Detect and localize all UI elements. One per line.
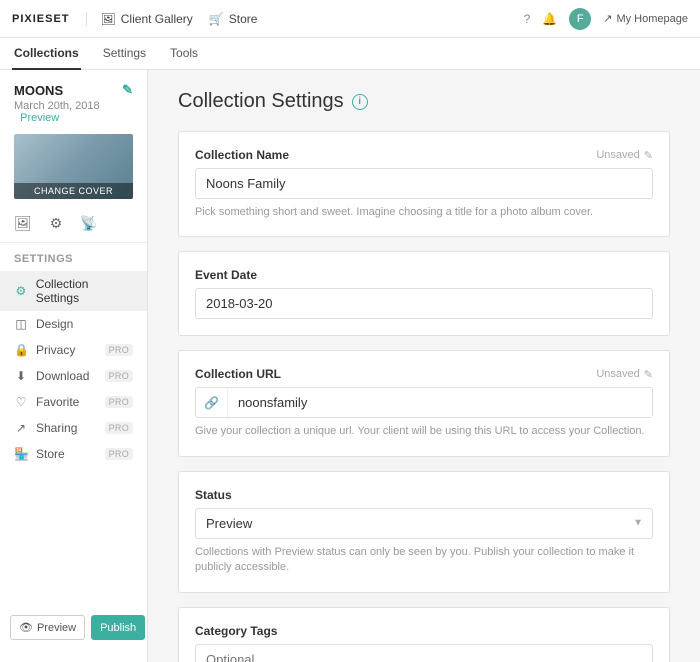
edit-icon[interactable]: ✎ bbox=[644, 149, 653, 162]
store-icon: 🛒 bbox=[209, 12, 224, 26]
nav-client-gallery[interactable]: 🖼 Client Gallery bbox=[86, 12, 193, 26]
favorite-label: Favorite bbox=[36, 395, 79, 409]
sidebar-top: MOONS ✎ March 20th, 2018 Preview CHANGE … bbox=[0, 82, 147, 467]
store-label: Store bbox=[229, 12, 258, 26]
sharing-label: Sharing bbox=[36, 421, 77, 435]
rss-icon[interactable]: 📡 bbox=[80, 215, 97, 232]
sharing-icon: ↗ bbox=[14, 421, 28, 435]
subnav-settings[interactable]: Settings bbox=[101, 38, 148, 70]
bell-icon[interactable]: 🔔 bbox=[542, 12, 557, 26]
design-label: Design bbox=[36, 317, 73, 331]
layout: MOONS ✎ March 20th, 2018 Preview CHANGE … bbox=[0, 70, 700, 662]
sidebar-item-design[interactable]: ◫ Design bbox=[0, 311, 147, 337]
favorite-icon: ♡ bbox=[14, 395, 28, 409]
sidebar-preview-link[interactable]: Preview bbox=[20, 112, 59, 124]
edit-icon[interactable]: ✎ bbox=[122, 82, 133, 98]
sidebar: MOONS ✎ March 20th, 2018 Preview CHANGE … bbox=[0, 70, 148, 662]
sidebar-item-privacy[interactable]: 🔒 Privacy PRO bbox=[0, 337, 147, 363]
url-input-wrapper: 🔗 bbox=[195, 387, 653, 418]
edit-url-icon[interactable]: ✎ bbox=[644, 368, 653, 381]
sidebar-cover: CHANGE COVER bbox=[14, 134, 133, 199]
download-icon: ⬇ bbox=[14, 369, 28, 383]
homepage-icon: ↗ bbox=[603, 12, 612, 25]
download-pro-badge: PRO bbox=[105, 370, 133, 382]
sidebar-date: March 20th, 2018 Preview bbox=[0, 100, 147, 134]
event-date-header: Event Date bbox=[195, 268, 653, 282]
store-pro-badge: PRO bbox=[105, 448, 133, 460]
change-cover-button[interactable]: CHANGE COVER bbox=[14, 183, 133, 199]
collection-name-hint: Pick something short and sweet. Imagine … bbox=[195, 205, 653, 220]
sidebar-item-favorite[interactable]: ♡ Favorite PRO bbox=[0, 389, 147, 415]
store-sidebar-label: Store bbox=[36, 447, 65, 461]
status-select-wrapper: Preview Published Hidden ▼ bbox=[195, 508, 653, 539]
eye-icon: 👁 bbox=[19, 621, 33, 634]
status-label: Status bbox=[195, 488, 232, 502]
logo: PIXIESET bbox=[12, 13, 70, 25]
status-hint: Collections with Preview status can only… bbox=[195, 545, 653, 576]
subnav-tools[interactable]: Tools bbox=[168, 38, 200, 70]
design-icon: ◫ bbox=[14, 317, 28, 331]
sub-nav: Collections Settings Tools bbox=[0, 38, 700, 70]
category-tags-label: Category Tags bbox=[195, 624, 277, 638]
user-avatar[interactable]: F bbox=[569, 8, 591, 30]
event-date-label: Event Date bbox=[195, 268, 257, 282]
privacy-icon: 🔒 bbox=[14, 343, 28, 357]
client-gallery-label: Client Gallery bbox=[121, 12, 193, 26]
my-homepage-label: My Homepage bbox=[616, 13, 688, 25]
event-date-section: Event Date bbox=[178, 251, 670, 336]
privacy-label: Privacy bbox=[36, 343, 75, 357]
category-tags-input[interactable] bbox=[195, 644, 653, 662]
sidebar-item-download[interactable]: ⬇ Download PRO bbox=[0, 363, 147, 389]
status-select[interactable]: Preview Published Hidden bbox=[195, 508, 653, 539]
collection-name-input[interactable] bbox=[195, 168, 653, 199]
category-tags-header: Category Tags bbox=[195, 624, 653, 638]
subnav-collections[interactable]: Collections bbox=[12, 38, 81, 70]
info-icon[interactable]: i bbox=[352, 94, 368, 110]
sidebar-item-store[interactable]: 🏪 Store PRO bbox=[0, 441, 147, 467]
top-nav: PIXIESET 🖼 Client Gallery 🛒 Store ? 🔔 F … bbox=[0, 0, 700, 38]
store-sidebar-icon: 🏪 bbox=[14, 447, 28, 461]
status-section: Status Preview Published Hidden ▼ Collec… bbox=[178, 471, 670, 593]
nav-store[interactable]: 🛒 Store bbox=[209, 12, 258, 26]
collection-name-header: Collection Name Unsaved ✎ bbox=[195, 148, 653, 162]
sharing-pro-badge: PRO bbox=[105, 422, 133, 434]
image-icon[interactable]: 🖼 bbox=[14, 215, 32, 232]
sidebar-icon-row: 🖼 ⚙ 📡 bbox=[0, 209, 147, 243]
collection-name-unsaved: Unsaved ✎ bbox=[596, 149, 653, 162]
help-icon[interactable]: ? bbox=[524, 12, 531, 26]
status-header: Status bbox=[195, 488, 653, 502]
collection-name-label: Collection Name bbox=[195, 148, 289, 162]
collection-settings-icon: ⚙ bbox=[14, 284, 28, 298]
privacy-pro-badge: PRO bbox=[105, 344, 133, 356]
download-label: Download bbox=[36, 369, 89, 383]
sidebar-item-sharing[interactable]: ↗ Sharing PRO bbox=[0, 415, 147, 441]
event-date-input[interactable] bbox=[195, 288, 653, 319]
collection-url-input[interactable] bbox=[228, 388, 652, 417]
collection-settings-label: Collection Settings bbox=[36, 277, 133, 305]
link-icon: 🔗 bbox=[196, 389, 228, 417]
sidebar-settings-title: Settings bbox=[0, 243, 147, 271]
collection-url-label: Collection URL bbox=[195, 367, 281, 381]
preview-button[interactable]: 👁 Preview bbox=[10, 615, 85, 640]
settings-icon[interactable]: ⚙ bbox=[50, 215, 63, 232]
main-content: Collection Settings i Collection Name Un… bbox=[148, 70, 700, 662]
page-title-row: Collection Settings i bbox=[178, 90, 670, 113]
page-title: Collection Settings bbox=[178, 90, 344, 113]
collection-name-section: Collection Name Unsaved ✎ Pick something… bbox=[178, 131, 670, 237]
top-nav-right: ? 🔔 F ↗ My Homepage bbox=[524, 8, 688, 30]
sidebar-bottom: 👁 Preview Publish bbox=[0, 605, 147, 650]
sidebar-item-collection-settings[interactable]: ⚙ Collection Settings bbox=[0, 271, 147, 311]
collection-url-header: Collection URL Unsaved ✎ bbox=[195, 367, 653, 381]
sidebar-collection-name: MOONS ✎ bbox=[0, 82, 147, 100]
category-tags-section: Category Tags What kind of collection is… bbox=[178, 607, 670, 662]
collection-url-hint: Give your collection a unique url. Your … bbox=[195, 424, 653, 439]
gallery-icon: 🖼 bbox=[101, 12, 116, 26]
favorite-pro-badge: PRO bbox=[105, 396, 133, 408]
my-homepage-link[interactable]: ↗ My Homepage bbox=[603, 12, 688, 25]
collection-url-unsaved: Unsaved ✎ bbox=[596, 368, 653, 381]
publish-button[interactable]: Publish bbox=[91, 615, 145, 640]
top-nav-left: PIXIESET 🖼 Client Gallery 🛒 Store bbox=[12, 12, 257, 26]
collection-url-section: Collection URL Unsaved ✎ 🔗 Give your col… bbox=[178, 350, 670, 456]
